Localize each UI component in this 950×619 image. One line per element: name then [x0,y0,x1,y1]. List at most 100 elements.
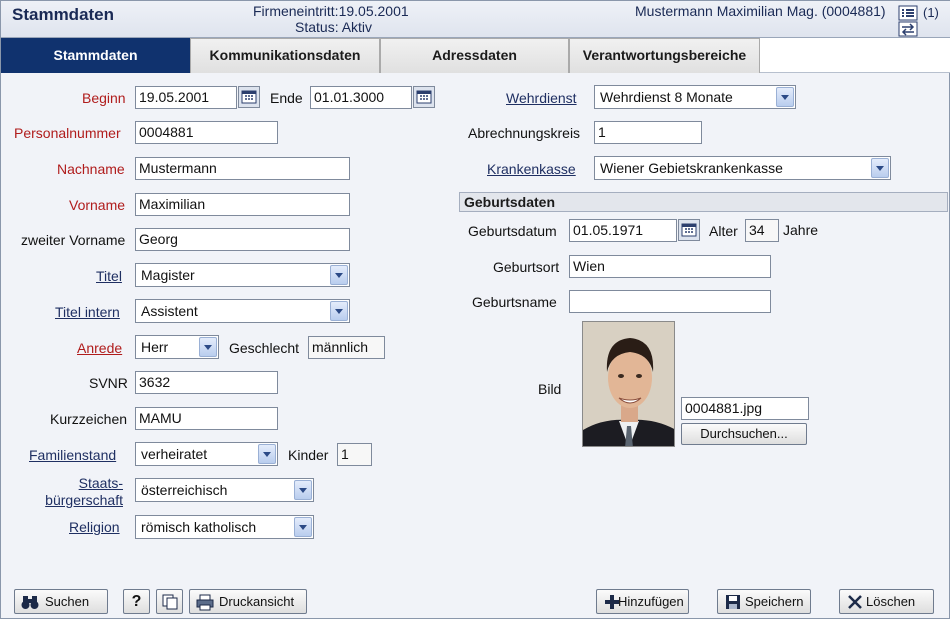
religion-label[interactable]: Religion [69,519,120,535]
geburtsort-label: Geburtsort [493,259,560,275]
save-button-label: Speichern [745,594,804,609]
religion-select[interactable]: römisch katholisch [135,515,314,539]
religion-value: römisch katholisch [141,519,257,535]
delete-button-label: Löschen [866,594,916,609]
geschlecht-field: männlich [308,336,385,359]
browse-button[interactable]: Durchsuchen... [681,423,807,445]
print-button[interactable]: Druckansicht [189,589,307,614]
anrede-select[interactable]: Herr [135,335,219,359]
staatsbuergerschaft-label-2[interactable]: bürgerschaft [41,492,123,508]
page-title: Stammdaten [12,5,115,24]
add-button-label: Hinzufügen [618,594,684,609]
binoculars-icon [21,593,39,611]
familienstand-value: verheiratet [141,446,208,462]
tab-kommunikationsdaten[interactable]: Kommunikationsdaten [190,38,380,73]
titel-intern-label[interactable]: Titel intern [55,304,120,320]
list-switch-icon[interactable] [898,5,918,37]
krankenkasse-value: Wiener Gebietskrankenkasse [600,160,783,176]
kurzzeichen-input[interactable]: MAMU [135,407,278,430]
krankenkasse-select[interactable]: Wiener Gebietskrankenkasse [594,156,891,180]
bild-label: Bild [538,381,562,397]
abrechnungskreis-label: Abrechnungskreis [468,125,581,141]
anrede-value: Herr [141,339,169,355]
svnr-label: SVNR [89,375,128,391]
copy-button[interactable] [156,589,183,614]
chevron-down-icon[interactable] [871,158,889,178]
ende-calendar-icon[interactable] [413,86,435,108]
ende-input[interactable]: 01.01.3000 [310,86,412,109]
svnr-input[interactable]: 3632 [135,371,278,394]
kinder-label: Kinder [288,447,329,463]
geburtsname-label: Geburtsname [472,294,557,310]
nachname-input[interactable]: Mustermann [135,157,350,180]
kurzzeichen-label: Kurzzeichen [50,411,128,427]
familienstand-select[interactable]: verheiratet [135,442,278,466]
geburtsdatum-input[interactable]: 01.05.1971 [569,219,677,242]
nachname-label: Nachname [57,161,125,177]
tab-verantwortungsbereiche[interactable]: Verantwortungsbereiche [569,38,760,73]
titel-label[interactable]: Titel [96,268,122,284]
current-user: Mustermann Maximilian Mag. (0004881) [635,3,886,19]
titel-select[interactable]: Magister [135,263,350,287]
ende-label: Ende [270,90,303,106]
wehrdienst-label[interactable]: Wehrdienst [506,90,577,106]
tab-stammdaten[interactable]: Stammdaten [1,38,190,73]
zweiter-vorname-input[interactable]: Georg [135,228,350,251]
titel-intern-select[interactable]: Assistent [135,299,350,323]
search-button[interactable]: Suchen [14,589,108,614]
copy-icon [161,593,179,611]
geburtsname-input[interactable] [569,290,771,313]
geburtsort-input[interactable]: Wien [569,255,771,278]
kinder-field: 1 [337,443,372,466]
anrede-label[interactable]: Anrede [77,340,122,356]
employee-info: Firmeneintritt:19.05.2001 Status: Aktiv [253,3,409,35]
entry-date: Firmeneintritt:19.05.2001 [253,3,409,19]
window: Stammdaten Firmeneintritt:19.05.2001 Sta… [0,0,950,619]
geschlecht-label: Geschlecht [229,340,300,356]
tab-adressdaten[interactable]: Adressdaten [380,38,569,73]
save-button[interactable]: Speichern [717,589,811,614]
staatsbuergerschaft-value: österreichisch [141,482,228,498]
chevron-down-icon[interactable] [199,337,217,357]
chevron-down-icon[interactable] [776,87,794,107]
wehrdienst-select[interactable]: Wehrdienst 8 Monate [594,85,796,109]
help-button[interactable]: ? [123,589,150,614]
alter-field: 34 [745,219,779,242]
chevron-down-icon[interactable] [294,517,312,537]
staatsbuergerschaft-label-1[interactable]: Staats- [41,475,123,491]
vorname-label: Vorname [69,197,126,213]
record-count: (1) [923,5,939,20]
personalnummer-label: Personalnummer [14,125,121,141]
zweiter-vorname-label: zweiter Vorname [21,232,126,248]
alter-label: Alter [709,223,738,239]
beginn-label: Beginn [82,90,126,106]
vorname-input[interactable]: Maximilian [135,193,350,216]
print-button-label: Druckansicht [219,594,295,609]
add-button[interactable]: Hinzufügen [596,589,689,614]
familienstand-label[interactable]: Familienstand [29,447,116,463]
personalnummer-input[interactable]: 0004881 [135,121,278,144]
chevron-down-icon[interactable] [294,480,312,500]
geburtsdatum-label: Geburtsdatum [468,223,557,239]
bild-filename-input[interactable]: 0004881.jpg [681,397,809,420]
geburtsdatum-calendar-icon[interactable] [678,219,700,241]
chevron-down-icon[interactable] [330,265,348,285]
delete-button[interactable]: Löschen [839,589,934,614]
chevron-down-icon[interactable] [330,301,348,321]
profile-photo [582,321,675,447]
beginn-input[interactable]: 19.05.2001 [135,86,237,109]
titel-value: Magister [141,267,195,283]
printer-icon [196,593,214,611]
abrechnungskreis-input[interactable]: 1 [594,121,702,144]
floppy-disk-icon [724,593,742,611]
geburtsdaten-section-header: Geburtsdaten [459,192,948,212]
staatsbuergerschaft-select[interactable]: österreichisch [135,478,314,502]
wehrdienst-value: Wehrdienst 8 Monate [600,89,733,105]
beginn-calendar-icon[interactable] [238,86,260,108]
header-bar: Stammdaten Firmeneintritt:19.05.2001 Sta… [1,1,950,38]
titel-intern-value: Assistent [141,303,198,319]
krankenkasse-label[interactable]: Krankenkasse [487,161,576,177]
tab-bar: Stammdaten Kommunikationsdaten Adressdat… [1,38,950,73]
close-icon [846,593,864,611]
chevron-down-icon[interactable] [258,444,276,464]
